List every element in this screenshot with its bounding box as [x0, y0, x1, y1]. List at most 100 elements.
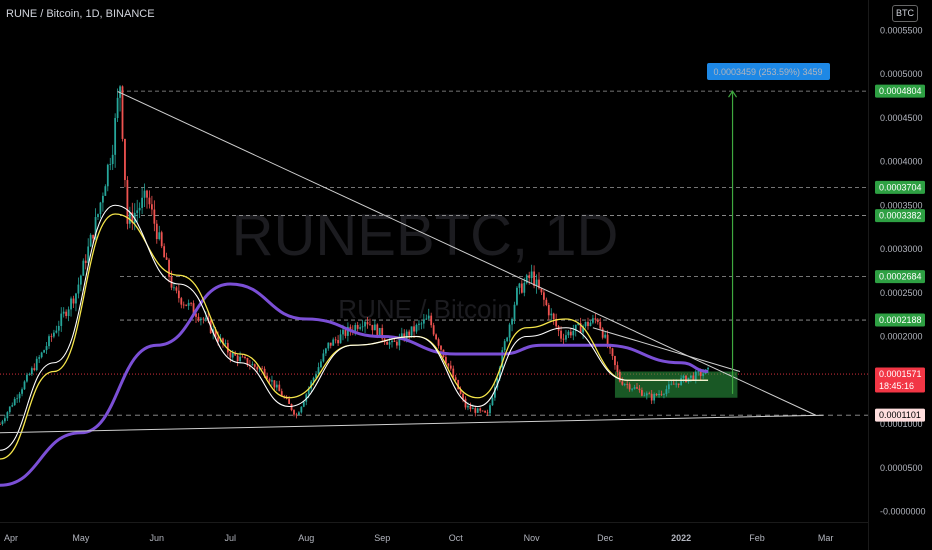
trendline[interactable]: [0, 414, 824, 434]
x-tick-label: Sep: [374, 533, 390, 543]
candle-body: [190, 302, 192, 304]
candle-body: [82, 260, 85, 276]
candle-body: [376, 324, 379, 337]
candle-body: [288, 398, 290, 404]
candle-body: [35, 358, 38, 371]
candle-body: [694, 371, 697, 380]
candle-body: [373, 324, 376, 331]
candle-body: [685, 375, 687, 383]
candle-body: [65, 311, 68, 316]
candle-body: [543, 292, 545, 300]
y-tick-label: 0.0003000: [880, 244, 923, 254]
candle-body: [435, 334, 437, 340]
candle-body: [513, 304, 516, 320]
candle-body: [469, 405, 472, 410]
candle-body: [511, 319, 513, 325]
candle-body: [300, 406, 303, 413]
candle-body: [388, 342, 391, 345]
candle-body: [378, 327, 381, 337]
level-price-tag-text: 0.0002684: [879, 272, 922, 282]
x-tick-label: Jul: [225, 533, 237, 543]
candle-body: [38, 357, 41, 359]
candle-body: [89, 234, 92, 247]
candle-body: [111, 154, 114, 165]
level-price-tag[interactable]: 0.0003704: [875, 180, 925, 194]
candle-body: [354, 324, 357, 332]
candle-body: [690, 375, 692, 378]
level-price-tag[interactable]: 0.0002188: [875, 313, 925, 327]
level-price-tag[interactable]: 0.0004804: [875, 84, 925, 98]
candle-body: [447, 363, 450, 366]
candle-body: [104, 186, 107, 196]
candle-body: [187, 302, 190, 306]
level-price-tag[interactable]: 0.0002684: [875, 270, 925, 284]
candle-body: [224, 343, 227, 344]
candle-body: [665, 389, 668, 394]
candle-body: [163, 246, 166, 258]
x-tick-label: 2022: [671, 533, 691, 543]
candle-body: [8, 406, 11, 413]
candle-body: [40, 352, 43, 358]
candle-body: [97, 214, 99, 218]
candle-body: [28, 374, 31, 376]
candle-body: [623, 384, 626, 385]
candle-body: [467, 405, 469, 408]
candle-body: [177, 290, 180, 299]
candle-body: [633, 387, 636, 389]
candle-body: [675, 383, 678, 385]
candle-body: [545, 299, 548, 306]
candle-body: [236, 355, 239, 362]
level-price-tag[interactable]: 0.0003382: [875, 209, 925, 223]
current-price-tag-text: 0.0001571: [879, 369, 922, 379]
candle-body: [567, 331, 570, 336]
x-tick-label: Dec: [597, 533, 614, 543]
candle-body: [437, 339, 440, 346]
candle-body: [663, 393, 665, 395]
candle-body: [21, 389, 23, 394]
candle-body: [677, 383, 680, 386]
candle-body: [547, 305, 550, 316]
candle-body: [408, 331, 411, 336]
candle-body: [200, 318, 202, 321]
candle-body: [251, 364, 254, 366]
candle-body: [592, 318, 594, 323]
candle-body: [124, 138, 126, 181]
candle-body: [672, 383, 675, 385]
candle-body: [356, 324, 359, 329]
candle-body: [70, 298, 72, 310]
candle-body: [146, 190, 148, 198]
current-price-tag[interactable]: 0.0001571 18:45:16: [875, 367, 925, 393]
candle-body: [589, 322, 592, 327]
candle-body: [295, 414, 298, 416]
candle-body: [680, 378, 682, 386]
candle-body: [55, 330, 58, 333]
candle-body: [114, 118, 117, 155]
candle-body: [99, 202, 102, 215]
y-tick-label: -0.0000000: [880, 507, 926, 517]
candle-body: [23, 381, 26, 390]
candle-body: [271, 380, 273, 382]
candle-body: [50, 336, 53, 338]
candle-body: [479, 408, 482, 411]
candle-body: [476, 408, 479, 413]
candle-body: [116, 97, 119, 119]
candle-body: [528, 275, 531, 279]
candle-body: [148, 197, 151, 205]
trendline[interactable]: [117, 91, 817, 416]
candle-body: [506, 337, 509, 342]
candle-body: [231, 352, 234, 358]
support-price-tag[interactable]: 0.0001101: [875, 408, 925, 422]
candle-body: [601, 328, 604, 338]
currency-badge[interactable]: BTC: [892, 5, 918, 22]
x-tick-label: May: [72, 533, 90, 543]
candle-body: [337, 340, 339, 344]
candle-body: [628, 384, 631, 390]
candle-body: [344, 329, 347, 336]
candle-body: [143, 190, 146, 198]
candle-body: [290, 403, 293, 411]
candle-body: [141, 197, 143, 208]
candle-body: [550, 313, 553, 316]
candle-body: [562, 338, 565, 340]
y-tick-label: 0.0002500: [880, 288, 923, 298]
price-chart[interactable]: RUNEBTC, 1D RUNE / Bitcoin 0.0005500 0.0005…: [0, 0, 932, 550]
